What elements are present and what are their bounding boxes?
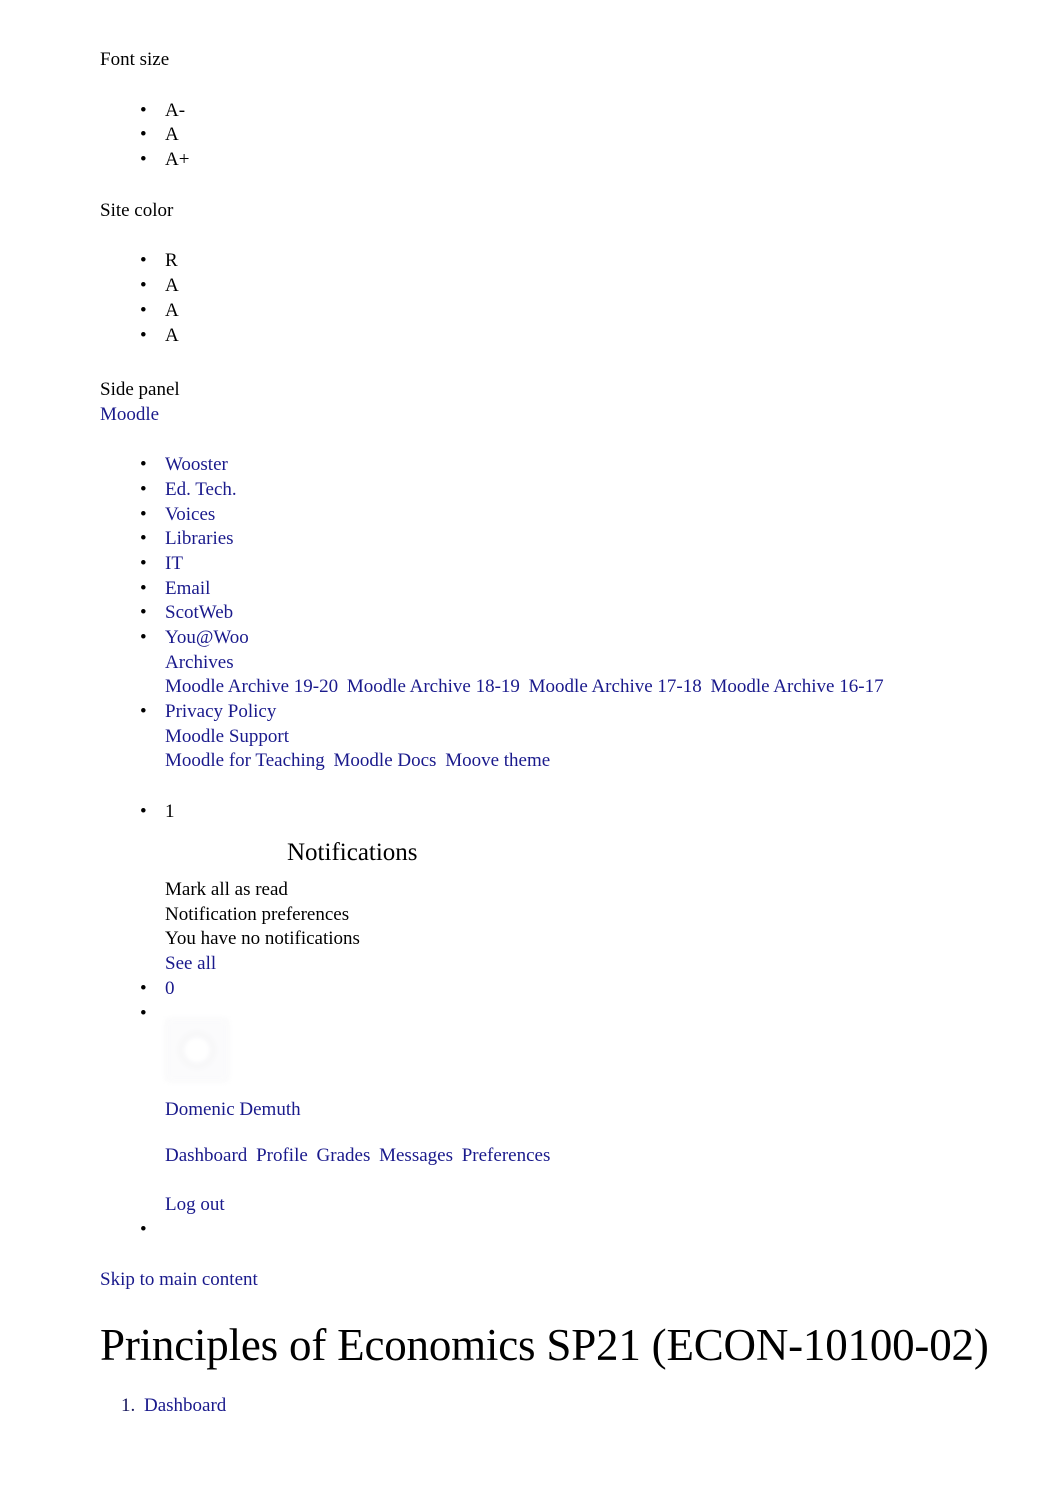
archive-links-row: Moodle Archive 19-20 Moodle Archive 18-1… — [165, 675, 1062, 700]
font-size-label: Font size — [100, 49, 170, 70]
moodle-brand-link[interactable]: Moodle — [100, 404, 159, 425]
nav-item-wooster[interactable]: Wooster — [140, 453, 1062, 478]
nav-link-it[interactable]: IT — [165, 553, 183, 574]
site-color-option-label: A — [165, 275, 179, 297]
breadcrumb: Dashboard — [0, 1394, 1062, 1419]
logout-link[interactable]: Log out — [165, 1169, 1062, 1218]
nav-item-libraries[interactable]: Libraries — [140, 527, 1062, 552]
user-link-dashboard[interactable]: Dashboard — [165, 1145, 247, 1166]
archive-link-18-19[interactable]: Moodle Archive 18-19 — [347, 676, 520, 697]
notifications-see-all-link[interactable]: See all — [165, 952, 1062, 977]
messages-count-link[interactable]: 0 — [165, 978, 175, 999]
nav-item-privacy-policy[interactable]: Privacy Policy Moodle Support Moodle for… — [140, 700, 1062, 774]
font-size-decrease-label: A- — [165, 99, 186, 121]
breadcrumb-link-dashboard[interactable]: Dashboard — [144, 1395, 226, 1416]
user-link-messages[interactable]: Messages — [379, 1145, 453, 1166]
site-color-options-list: R A A A — [0, 249, 1062, 348]
user-menu-links-row: Dashboard Profile Grades Messages Prefer… — [165, 1122, 1062, 1169]
nav-link-email[interactable]: Email — [165, 578, 210, 599]
nav-item-edtech[interactable]: Ed. Tech. — [140, 478, 1062, 503]
nav-link-privacy-policy[interactable]: Privacy Policy — [165, 700, 1062, 725]
site-color-section: Site color — [0, 199, 1062, 224]
support-link-moove-theme[interactable]: Moove theme — [445, 750, 550, 771]
nav-link-youatwoo[interactable]: You@Woo — [165, 626, 1062, 651]
font-size-reset-item[interactable]: A — [140, 123, 1062, 148]
user-name-link[interactable]: Domenic Demuth — [165, 1094, 1062, 1123]
nav-item-it[interactable]: IT — [140, 552, 1062, 577]
mark-all-as-read-button[interactable]: Mark all as read — [165, 878, 1062, 903]
archive-link-17-18[interactable]: Moodle Archive 17-18 — [529, 676, 702, 697]
nav-link-scotweb[interactable]: ScotWeb — [165, 602, 233, 623]
side-panel-label: Side panel — [100, 379, 180, 401]
page-header: Principles of Economics SP21 (ECON-10100… — [0, 1318, 1062, 1372]
primary-nav-list: Wooster Ed. Tech. Voices Libraries IT Em… — [0, 453, 1062, 774]
support-link-moodle-docs[interactable]: Moodle Docs — [334, 750, 437, 771]
archive-link-16-17[interactable]: Moodle Archive 16-17 — [710, 676, 883, 697]
skip-link-row: Skip to main content — [0, 1242, 1062, 1292]
avatar[interactable] — [165, 1017, 229, 1082]
site-color-option-label: R — [165, 250, 178, 272]
font-size-reset-label: A — [165, 124, 179, 146]
nav-link-voices[interactable]: Voices — [165, 504, 215, 525]
font-size-options-list: A- A A+ — [0, 99, 1062, 173]
site-color-label: Site color — [100, 199, 174, 221]
site-color-option-label: A — [165, 299, 179, 321]
notifications-item[interactable]: 1 Notifications Mark all as read Notific… — [140, 800, 1062, 977]
nav-item-voices[interactable]: Voices — [140, 503, 1062, 528]
nav-item-scotweb[interactable]: ScotWeb — [140, 601, 1062, 626]
side-panel-section: Side panel Moodle — [0, 378, 1062, 427]
nav-link-wooster[interactable]: Wooster — [165, 454, 228, 475]
font-size-increase-item[interactable]: A+ — [140, 148, 1062, 173]
nav-item-youatwoo[interactable]: You@Woo Archives Moodle Archive 19-20 Mo… — [140, 626, 1062, 700]
notifications-panel-title: Notifications — [287, 838, 418, 866]
user-link-preferences[interactable]: Preferences — [462, 1145, 551, 1166]
site-color-option-label: A — [165, 324, 179, 346]
page-title: Principles of Economics SP21 (ECON-10100… — [100, 1319, 989, 1370]
page-root: Font size A- A A+ Site color R A A A Sid… — [0, 0, 1062, 1419]
utility-nav-list: 1 Notifications Mark all as read Notific… — [0, 800, 1062, 1243]
user-link-profile[interactable]: Profile — [256, 1145, 308, 1166]
messages-item[interactable]: 0 — [140, 977, 1062, 1002]
notifications-panel-body: Mark all as read Notification preference… — [165, 878, 1062, 977]
site-color-option-a3[interactable]: A — [140, 324, 1062, 349]
nav-link-archives[interactable]: Archives — [165, 651, 1062, 676]
skip-to-main-content-link[interactable]: Skip to main content — [100, 1269, 258, 1290]
support-link-moodle-for-teaching[interactable]: Moodle for Teaching — [165, 750, 325, 771]
site-color-option-a2[interactable]: A — [140, 299, 1062, 324]
font-size-increase-label: A+ — [165, 149, 190, 171]
font-size-section: Font size — [0, 48, 1062, 73]
utility-nav-empty-item — [140, 1218, 1062, 1243]
support-links-row: Moodle for Teaching Moodle Docs Moove th… — [165, 749, 1062, 774]
nav-item-email[interactable]: Email — [140, 577, 1062, 602]
avatar-wrapper — [165, 1002, 1062, 1094]
site-color-option-r[interactable]: R — [140, 249, 1062, 274]
notifications-count: 1 — [165, 801, 175, 823]
notification-preferences-button[interactable]: Notification preferences — [165, 903, 1062, 928]
nav-link-edtech[interactable]: Ed. Tech. — [165, 479, 237, 500]
user-link-grades[interactable]: Grades — [317, 1145, 371, 1166]
archive-link-19-20[interactable]: Moodle Archive 19-20 — [165, 676, 338, 697]
notifications-empty-message: You have no notifications — [165, 928, 360, 950]
breadcrumb-item[interactable]: Dashboard — [140, 1394, 1062, 1419]
nav-link-moodle-support[interactable]: Moodle Support — [165, 725, 1062, 750]
font-size-decrease-item[interactable]: A- — [140, 99, 1062, 124]
user-menu-item[interactable]: Domenic Demuth Dashboard Profile Grades … — [140, 1002, 1062, 1218]
site-color-option-a1[interactable]: A — [140, 274, 1062, 299]
nav-link-libraries[interactable]: Libraries — [165, 528, 234, 549]
